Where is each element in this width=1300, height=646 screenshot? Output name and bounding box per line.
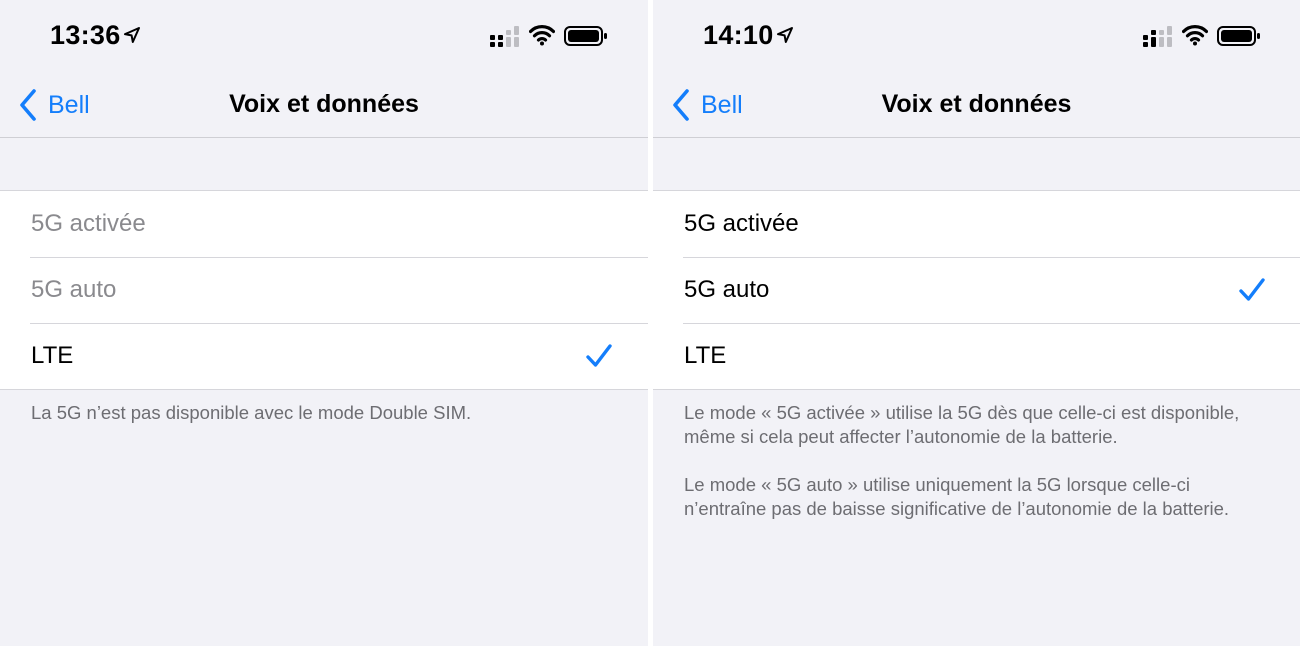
location-arrow-icon bbox=[777, 27, 793, 43]
battery-icon bbox=[564, 26, 607, 46]
battery-icon bbox=[1217, 26, 1260, 46]
checkmark-icon bbox=[1239, 278, 1265, 301]
footer-note: La 5G n’est pas disponible avec le mode … bbox=[31, 401, 621, 425]
option-row-5g-auto[interactable]: 5G auto bbox=[653, 257, 1300, 323]
cellular-signal-icon bbox=[1143, 26, 1172, 47]
footer-text: Le mode « 5G activée » utilise la 5G dès… bbox=[684, 402, 1240, 447]
settings-screen-right: 14:10 Bell Voix et données 5G activée 5G… bbox=[653, 0, 1300, 646]
checkmark-icon bbox=[586, 344, 612, 367]
voice-data-options-list: 5G activée 5G auto LTE bbox=[0, 190, 648, 390]
option-label: LTE bbox=[684, 342, 727, 369]
option-label: 5G auto bbox=[31, 276, 117, 303]
option-label: LTE bbox=[31, 342, 74, 369]
status-bar: 13:36 bbox=[0, 0, 648, 72]
footer-text: Le mode « 5G auto » utilise uniquement l… bbox=[684, 474, 1230, 519]
settings-screen-left: 13:36 Bell Voix et données 5G activée 5G… bbox=[0, 0, 648, 646]
navigation-bar: Bell Voix et données bbox=[0, 72, 648, 138]
cellular-signal-icon bbox=[490, 26, 519, 47]
footer-text: La 5G n’est pas disponible avec le mode … bbox=[31, 402, 472, 423]
comparison-stage: 13:36 Bell Voix et données 5G activée 5G… bbox=[0, 0, 1300, 646]
wifi-icon bbox=[529, 25, 555, 46]
location-arrow-icon bbox=[124, 27, 140, 43]
option-label: 5G auto bbox=[684, 276, 770, 303]
page-title: Voix et données bbox=[229, 90, 419, 118]
option-row-5g-auto[interactable]: 5G auto bbox=[0, 257, 648, 323]
navigation-bar: Bell Voix et données bbox=[653, 72, 1300, 138]
option-label: 5G activée bbox=[31, 210, 146, 237]
status-time: 14:10 bbox=[703, 20, 774, 50]
status-bar: 14:10 bbox=[653, 0, 1300, 72]
footer-note: Le mode « 5G activée » utilise la 5G dès… bbox=[684, 401, 1274, 521]
option-label: 5G activée bbox=[684, 210, 799, 237]
page-title: Voix et données bbox=[881, 90, 1072, 118]
voice-data-options-list: 5G activée 5G auto LTE bbox=[653, 190, 1300, 390]
wifi-icon bbox=[1182, 25, 1208, 46]
option-row-lte[interactable]: LTE bbox=[653, 323, 1300, 389]
option-row-lte[interactable]: LTE bbox=[0, 323, 648, 389]
option-row-5g-on[interactable]: 5G activée bbox=[0, 191, 648, 257]
status-time: 13:36 bbox=[50, 20, 121, 50]
option-row-5g-on[interactable]: 5G activée bbox=[653, 191, 1300, 257]
